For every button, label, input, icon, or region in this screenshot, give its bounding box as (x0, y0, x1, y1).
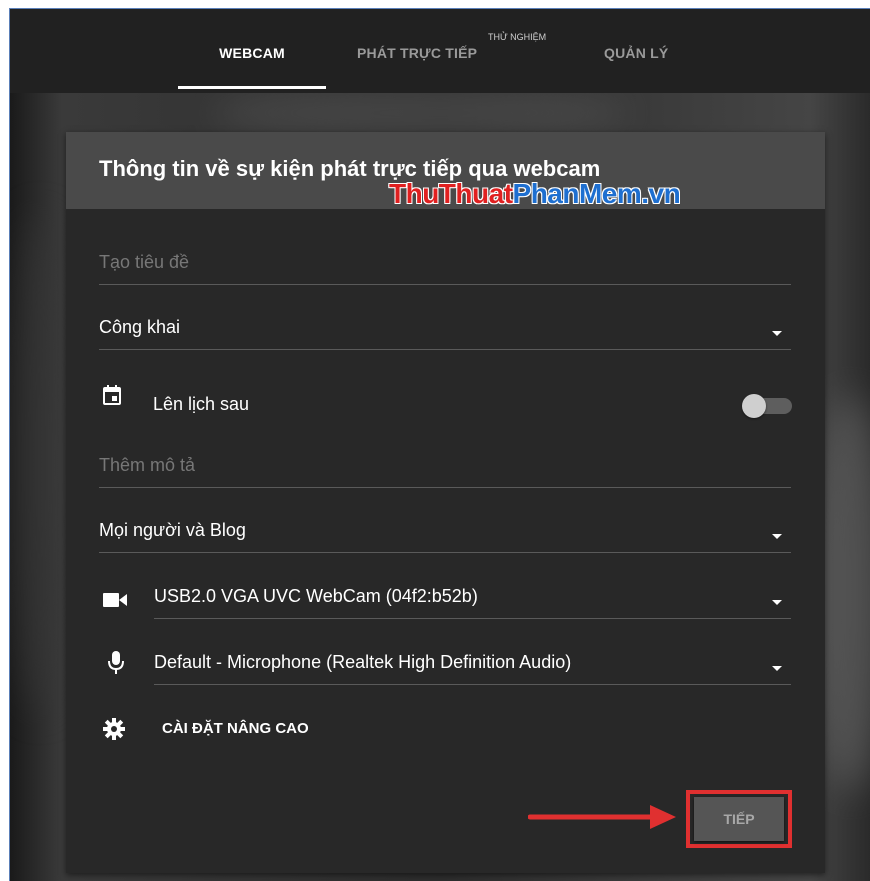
privacy-value: Công khai (99, 317, 181, 337)
tab-manage[interactable]: QUẢN LÝ (604, 9, 668, 93)
title-field[interactable]: Tạo tiêu đề (99, 242, 791, 285)
tab-live-stream[interactable]: PHÁT TRỰC TIẾP (357, 9, 477, 93)
active-tab-indicator (178, 86, 326, 89)
calendar-icon (103, 385, 121, 410)
category-value: Mọi người và Blog (99, 520, 246, 540)
webcam-event-form: Thông tin về sự kiện phát trực tiếp qua … (66, 132, 825, 873)
gear-icon[interactable] (103, 718, 125, 745)
camera-value: USB2.0 VGA UVC WebCam (04f2:b52b) (154, 586, 478, 606)
microphone-value: Default - Microphone (Realtek High Defin… (154, 652, 572, 672)
privacy-select[interactable]: Công khai (99, 307, 791, 350)
top-navigation: WEBCAM PHÁT TRỰC TIẾP THỬ NGHIỆM QUẢN LÝ (10, 9, 870, 93)
schedule-later-label: Lên lịch sau (153, 394, 250, 414)
camera-select[interactable]: USB2.0 VGA UVC WebCam (04f2:b52b) (154, 576, 791, 619)
arrow-annotation-icon (527, 802, 678, 837)
description-field[interactable]: Thêm mô tả (99, 445, 791, 488)
category-select[interactable]: Mọi người và Blog (99, 510, 791, 553)
chevron-down-icon (772, 331, 782, 336)
schedule-toggle-knob[interactable] (742, 394, 766, 418)
microphone-select[interactable]: Default - Microphone (Realtek High Defin… (154, 642, 791, 685)
beta-badge: THỬ NGHIỆM (488, 32, 547, 42)
microphone-icon (108, 651, 124, 680)
tab-webcam[interactable]: WEBCAM (178, 9, 326, 93)
app-window: WEBCAM PHÁT TRỰC TIẾP THỬ NGHIỆM QUẢN LÝ… (9, 8, 870, 881)
next-button[interactable]: TIẾP (694, 797, 784, 841)
site-watermark: ThuThuatPhanMem.vn (389, 178, 681, 209)
description-placeholder: Thêm mô tả (99, 455, 196, 475)
chevron-down-icon (772, 534, 782, 539)
video-camera-icon (103, 593, 127, 612)
advanced-settings-link[interactable]: CÀI ĐẶT NÂNG CAO (162, 720, 309, 737)
chevron-down-icon (772, 666, 782, 671)
chevron-down-icon (772, 600, 782, 605)
title-placeholder: Tạo tiêu đề (99, 252, 190, 272)
